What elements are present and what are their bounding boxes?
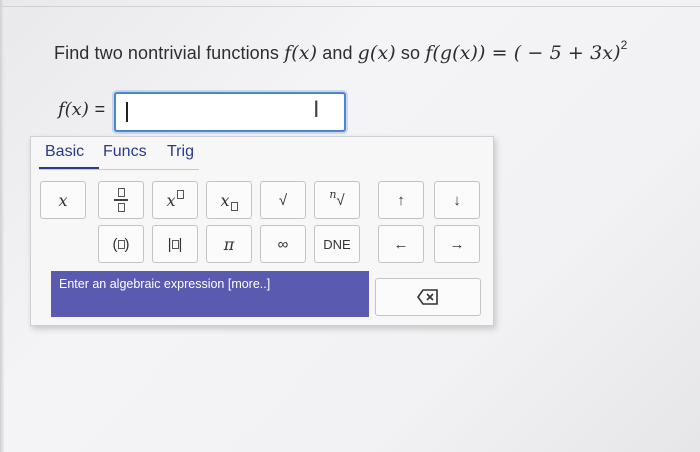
pi-label: π xyxy=(223,234,235,254)
arrow-right-icon: → xyxy=(449,235,465,253)
variable-x-label: x xyxy=(58,190,68,210)
answer-function-label: f(x) xyxy=(58,99,89,120)
infinity-label: ∞ xyxy=(277,235,289,253)
fraction-icon xyxy=(114,188,128,212)
sqrt-icon: √ xyxy=(278,191,288,209)
palette-tabs: Basic Funcs Trig xyxy=(31,137,493,173)
nth-root-icon: n√ xyxy=(329,187,345,209)
parentheses-key[interactable]: () xyxy=(98,225,144,263)
cursor-down-key[interactable]: ↓ xyxy=(434,181,480,219)
dne-label: DNE xyxy=(323,236,351,252)
window-edge xyxy=(0,0,4,452)
math-palette: Basic Funcs Trig x x x √ n√ ↑ ↓ () | | π … xyxy=(30,136,494,326)
subscript-icon: x xyxy=(220,191,238,211)
text-caret xyxy=(126,102,128,122)
tab-trig[interactable]: Trig xyxy=(167,143,194,161)
cursor-left-key[interactable]: ← xyxy=(378,225,424,263)
question-prefix: Find two nontrivial functions xyxy=(54,43,280,63)
arrow-left-icon: ← xyxy=(393,235,409,253)
tabs-divider xyxy=(39,169,199,170)
parentheses-icon: () xyxy=(112,235,130,253)
composition-expression: f(g(x)) = ( − 5 + 3x) xyxy=(425,42,621,64)
nth-root-key[interactable]: n√ xyxy=(314,181,360,219)
ibeam-cursor-icon: I xyxy=(313,98,320,123)
answer-input[interactable]: I xyxy=(114,92,346,132)
composition-exponent: 2 xyxy=(620,38,628,52)
dne-key[interactable]: DNE xyxy=(314,225,360,263)
tab-funcs[interactable]: Funcs xyxy=(103,143,147,161)
arrow-up-icon: ↑ xyxy=(397,191,405,209)
sqrt-key[interactable]: √ xyxy=(260,181,306,219)
backspace-key[interactable] xyxy=(375,278,481,316)
g-of-x: g(x) xyxy=(357,42,396,64)
cursor-up-key[interactable]: ↑ xyxy=(378,181,424,219)
answer-label: f(x) = xyxy=(58,99,105,120)
arrow-down-icon: ↓ xyxy=(453,191,461,209)
question-so: so xyxy=(400,43,421,63)
exponent-icon: x xyxy=(166,189,184,210)
question-text: Find two nontrivial functions f(x) and g… xyxy=(54,38,627,64)
top-divider xyxy=(0,6,700,7)
backspace-icon xyxy=(417,289,438,305)
fraction-key[interactable] xyxy=(98,181,144,219)
question-and: and xyxy=(322,43,353,63)
absolute-value-icon: | | xyxy=(167,235,183,253)
answer-equals: = xyxy=(94,99,106,119)
tab-basic[interactable]: Basic xyxy=(45,143,84,161)
f-of-x: f(x) xyxy=(284,42,318,64)
exponent-key[interactable]: x xyxy=(152,181,198,219)
help-text[interactable]: Enter an algebraic expression [more..] xyxy=(59,277,270,291)
help-status-bar: Enter an algebraic expression [more..] xyxy=(51,271,369,317)
cursor-right-key[interactable]: → xyxy=(434,225,480,263)
pi-key[interactable]: π xyxy=(206,225,252,263)
absolute-value-key[interactable]: | | xyxy=(152,225,198,263)
variable-x-key[interactable]: x xyxy=(40,181,86,219)
infinity-key[interactable]: ∞ xyxy=(260,225,306,263)
subscript-key[interactable]: x xyxy=(206,181,252,219)
